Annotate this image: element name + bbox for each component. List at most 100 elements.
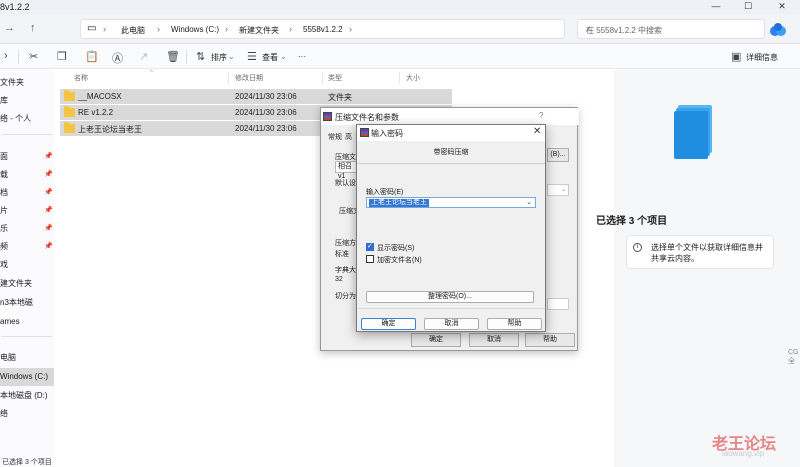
baidu-cloud-icon[interactable] (768, 21, 788, 39)
minimize-button[interactable]: — (704, 0, 728, 14)
encrypt-filenames-checkbox[interactable] (366, 255, 374, 263)
profile-select[interactable]: ⌄ (547, 184, 569, 196)
sidebar-item-network[interactable]: 络 (0, 405, 54, 423)
column-header-date[interactable]: 修改日期 (235, 73, 263, 83)
column-divider[interactable] (228, 72, 229, 84)
share-icon[interactable]: ↗ (139, 50, 148, 63)
view-button[interactable]: 查看 (262, 52, 278, 63)
column-divider[interactable] (322, 72, 323, 84)
sidebar-divider (2, 134, 52, 135)
sidebar-item-label: 络 - 个人 (0, 114, 32, 123)
computer-icon: ▭ (87, 23, 97, 34)
show-password-label[interactable]: 显示密码(S) (377, 243, 414, 253)
copy-icon[interactable]: ❐ (57, 50, 67, 63)
divider (357, 308, 545, 309)
close-button[interactable]: ✕ (770, 0, 794, 14)
pin-icon: 📌 (44, 153, 53, 160)
details-pane-icon[interactable]: ▣ (731, 50, 741, 63)
rename-icon[interactable]: Ⓐ (112, 50, 123, 66)
sidebar-item-c-drive[interactable]: Windows (C:) (0, 368, 54, 386)
column-header-name[interactable]: 名称 (74, 73, 88, 83)
file-name: RE v1.2.2 (78, 108, 114, 117)
sidebar-item-games[interactable]: 戏 (0, 256, 54, 274)
sidebar-item-network-personal[interactable]: 络 - 个人 (0, 110, 54, 128)
breadcrumb-current[interactable]: 5558v1.2.2 (303, 25, 343, 34)
tab-general[interactable]: 常规 (328, 132, 342, 142)
sidebar-item-label: 乐 (0, 224, 8, 233)
sidebar-item-label: 电脑 (0, 353, 16, 362)
password-input[interactable]: 上老王论坛当老王 ⌄ (366, 197, 536, 208)
ok-button[interactable]: 确定 (411, 333, 461, 347)
sidebar-item-library[interactable]: 库 (0, 92, 54, 110)
file-name: __MACOSX (78, 92, 122, 101)
organize-passwords-button[interactable]: 整理密码(O)... (366, 291, 534, 303)
cancel-button[interactable]: 取消 (469, 333, 519, 347)
sidebar-item-label: 络 (0, 409, 8, 418)
search-input[interactable]: 在 5558v1.2.2 中搜索 ⌕ (577, 19, 765, 39)
chevron-down-icon: ⌄ (560, 187, 566, 193)
sidebar-item-this-pc[interactable]: 电脑 (0, 349, 54, 367)
sidebar-item-label: 频 (0, 242, 8, 251)
dialog-title: 压缩文件名和参数 (335, 113, 399, 122)
browse-button[interactable]: (B)... (547, 148, 569, 162)
delete-icon[interactable]: 🗑 (166, 50, 180, 63)
column-header-size[interactable]: 大小 (406, 73, 420, 83)
dialog-caption: 输入密码 ✕ (357, 125, 545, 141)
more-button[interactable]: ··· (298, 52, 306, 61)
details-button[interactable]: 详细信息 (746, 52, 778, 63)
file-date: 2024/11/30 23:06 (235, 108, 297, 117)
close-icon[interactable]: ✕ (533, 126, 541, 137)
help-button[interactable]: 帮助 (525, 333, 575, 347)
address-row: → ↑ ▭ › 此电脑 › Windows (C:) › 新建文件夹 › 555… (0, 14, 800, 44)
chevron-right-icon: › (225, 24, 228, 34)
compression-method-value[interactable]: 标准 (335, 249, 349, 259)
sidebar-item-local-disk[interactable]: n3本地磁 (0, 294, 54, 312)
sidebar-item-documents[interactable]: 档 📌 (0, 184, 54, 202)
winrar-icon (323, 112, 332, 121)
sidebar-item-d-drive[interactable]: 本地磁盘 (D:) (0, 387, 54, 405)
details-hint-card: i 选择单个文件以获取详细信息并共享云内容。 (626, 235, 774, 269)
pin-icon: 📌 (44, 171, 53, 178)
sidebar-item-pictures[interactable]: 片 📌 (0, 202, 54, 220)
up-icon[interactable]: ↑ (30, 22, 36, 34)
sidebar-item-games-folder[interactable]: ames (0, 313, 54, 331)
dialog-title: 输入密码 (371, 129, 403, 138)
breadcrumb-this-pc[interactable]: 此电脑 (121, 25, 145, 36)
address-bar[interactable]: ▭ › 此电脑 › Windows (C:) › 新建文件夹 › 5558v1.… (80, 19, 565, 39)
paste-icon[interactable]: 📋 (85, 50, 99, 63)
status-text: 已选择 3 个项目 (2, 459, 52, 466)
dictionary-size-value[interactable]: 32 (335, 276, 343, 283)
sidebar-item-music[interactable]: 乐 📌 (0, 220, 54, 238)
sort-icon[interactable]: ⇅ (196, 50, 205, 63)
dictionary-size-label: 字典大 (335, 267, 356, 274)
sidebar-item-folder[interactable]: 文件夹 (0, 74, 54, 92)
chevron-down-icon[interactable]: ⌄ (526, 198, 532, 206)
new-chevron-icon[interactable]: › (4, 50, 8, 62)
ok-button[interactable]: 确定 (361, 318, 416, 330)
show-password-checkbox[interactable] (366, 242, 374, 251)
forward-icon[interactable]: → (4, 22, 15, 34)
encrypt-filenames-label[interactable]: 加密文件名(N) (377, 255, 422, 265)
cancel-button[interactable]: 取消 (424, 318, 479, 330)
view-icon[interactable]: ☰ (247, 50, 257, 63)
breadcrumb-new-folder[interactable]: 新建文件夹 (239, 25, 279, 36)
cut-icon[interactable]: ✂ (29, 50, 38, 63)
sidebar-item-videos[interactable]: 频 📌 (0, 238, 54, 256)
sidebar-item-new-folder[interactable]: 建文件夹 (0, 275, 54, 293)
help-button[interactable]: 帮助 (487, 318, 542, 330)
watermark-url: laowang.vip (722, 449, 765, 458)
breadcrumb-c-drive[interactable]: Windows (C:) (171, 25, 219, 34)
file-row[interactable]: __MACOSX 2024/11/30 23:06 文件夹 (60, 89, 452, 104)
split-volumes-select[interactable] (547, 298, 569, 310)
tab-advanced[interactable]: 高 (345, 132, 352, 142)
sort-button[interactable]: 排序 (211, 52, 227, 63)
help-icon[interactable]: ? (539, 111, 543, 120)
column-divider[interactable] (399, 72, 400, 84)
divider (357, 163, 545, 164)
sidebar-item-downloads[interactable]: 载 📌 (0, 166, 54, 184)
sidebar-item-desktop[interactable]: 面 📌 (0, 148, 54, 166)
column-header-type[interactable]: 类型 (328, 73, 342, 83)
sidebar-item-label: 载 (0, 170, 8, 179)
chevron-right-icon: › (289, 24, 292, 34)
maximize-button[interactable]: ☐ (736, 0, 760, 14)
